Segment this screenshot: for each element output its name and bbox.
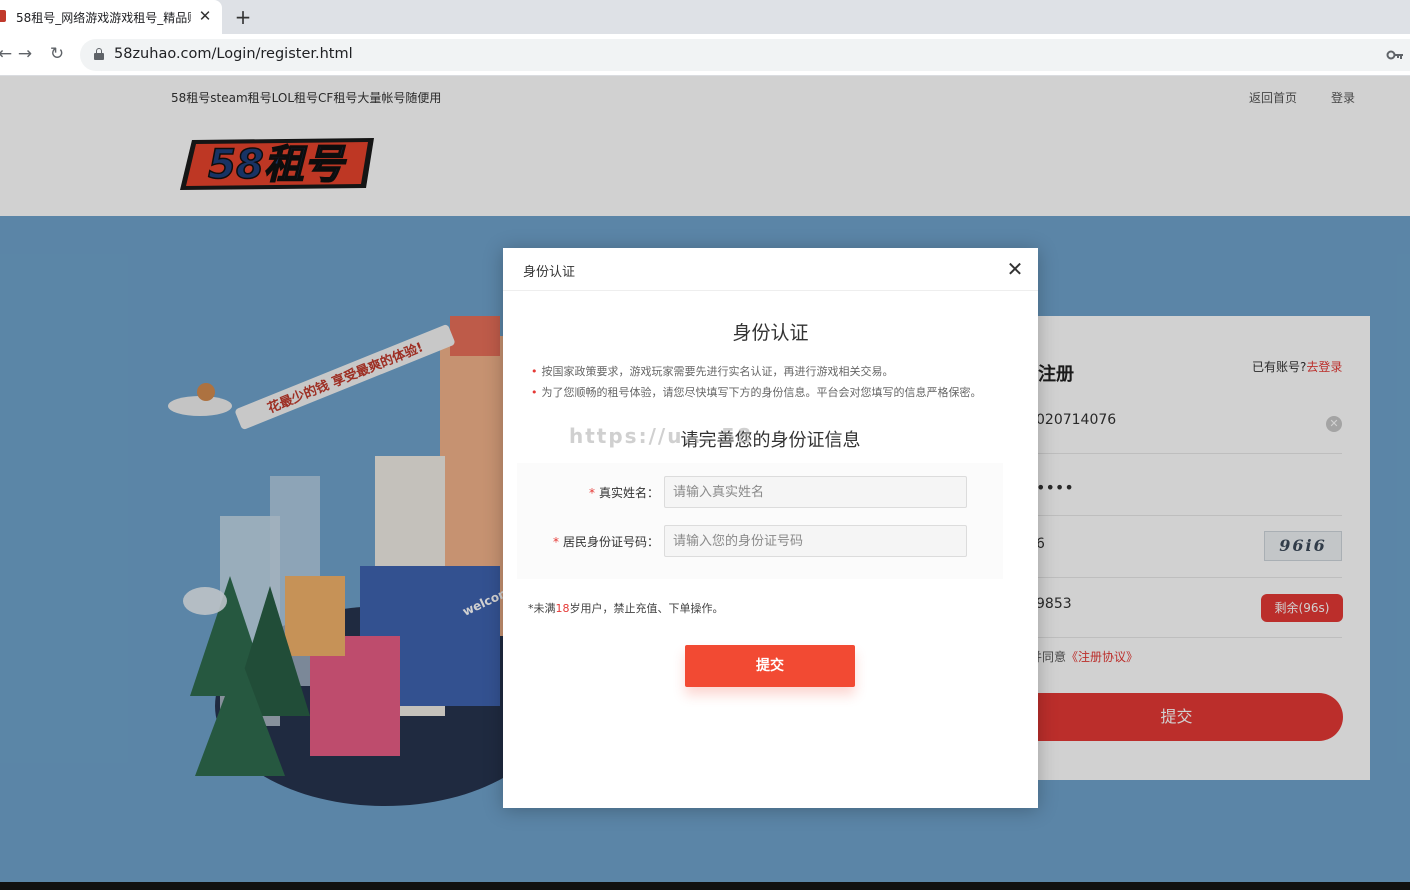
real-name-label: * 真实姓名： bbox=[588, 486, 659, 500]
browser-toolbar: ← → ↻ 58zuhao.com/Login/register.html bbox=[0, 34, 1410, 76]
modal-submit-button[interactable]: 提交 bbox=[685, 645, 855, 687]
key-icon[interactable] bbox=[1386, 47, 1404, 63]
close-icon[interactable]: ✕ bbox=[1003, 257, 1027, 281]
url-text[interactable]: 58zuhao.com/Login/register.html bbox=[114, 46, 353, 62]
modal-header: 身份认证 ✕ bbox=[503, 248, 1038, 291]
tab-close-icon[interactable]: ✕ bbox=[196, 6, 214, 26]
tab-title: 58租号_网络游戏游戏租号_精品账号 bbox=[16, 11, 191, 25]
browser-tab-active[interactable]: 58租号_网络游戏游戏租号_精品账号 ✕ bbox=[0, 0, 222, 34]
identity-verification-modal: 身份认证 ✕ 身份认证 • 按国家政策要求，游戏玩家需要先进行实名认证，再进行游戏… bbox=[503, 248, 1038, 808]
new-tab-button[interactable]: + bbox=[232, 4, 254, 30]
site-favicon-icon bbox=[0, 10, 6, 22]
lock-icon[interactable] bbox=[94, 48, 104, 60]
forward-arrow-icon[interactable]: → bbox=[14, 43, 36, 65]
notice-item: • 按国家政策要求，游戏玩家需要先进行实名认证，再进行游戏相关交易。 bbox=[531, 365, 894, 378]
modal-title: 身份认证 bbox=[732, 322, 809, 344]
bottom-edge bbox=[0, 882, 1410, 890]
reload-icon[interactable]: ↻ bbox=[46, 43, 68, 65]
id-number-label: * 居民身份证号码： bbox=[552, 535, 659, 549]
watermark-text: https://u... 58 bbox=[569, 424, 754, 448]
age-restriction-note: *未满18岁用户，禁止充值、下单操作。 bbox=[528, 602, 724, 615]
notice-item: • 为了您顺畅的租号体验，请您尽快填写下方的身份信息。平台会对您填写的信息严格保密… bbox=[531, 386, 982, 399]
age-value: 18 bbox=[555, 602, 570, 615]
id-number-input[interactable] bbox=[664, 525, 967, 557]
address-bar[interactable]: 58zuhao.com/Login/register.html bbox=[80, 39, 1410, 71]
modal-header-title: 身份认证 bbox=[523, 265, 576, 280]
browser-tab-bar: 58租号_网络游戏游戏租号_精品账号 ✕ + bbox=[0, 0, 1410, 34]
identity-form: *真实姓名： *居民身份证号码： bbox=[517, 463, 1003, 579]
real-name-input[interactable] bbox=[664, 476, 967, 508]
